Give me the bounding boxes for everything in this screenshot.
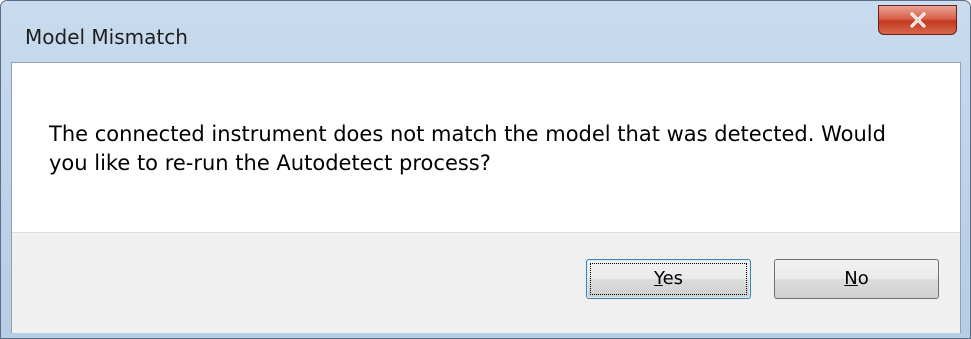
message-line-1: The connected instrument does not match … — [49, 122, 886, 146]
yes-button[interactable]: Yes — [586, 259, 751, 299]
title-bar[interactable]: Model Mismatch — [1, 1, 970, 63]
no-button[interactable]: No — [774, 259, 939, 299]
no-mnemonic: N — [844, 268, 858, 289]
yes-mnemonic: Y — [653, 268, 663, 289]
message-line-2: you like to re-run the Autodetect proces… — [49, 151, 491, 175]
no-button-label: No — [844, 268, 868, 289]
no-label-rest: o — [857, 268, 869, 289]
close-button[interactable] — [878, 5, 957, 35]
button-area: Yes No — [12, 232, 960, 333]
yes-button-label: Yes — [654, 268, 683, 289]
dialog-window: Model Mismatch The connected instrument … — [0, 0, 971, 339]
dialog-content: The connected instrument does not match … — [11, 62, 961, 333]
dialog-title: Model Mismatch — [25, 25, 188, 49]
close-icon — [910, 12, 926, 28]
yes-label-rest: es — [662, 268, 684, 289]
message-text: The connected instrument does not match … — [49, 120, 929, 178]
